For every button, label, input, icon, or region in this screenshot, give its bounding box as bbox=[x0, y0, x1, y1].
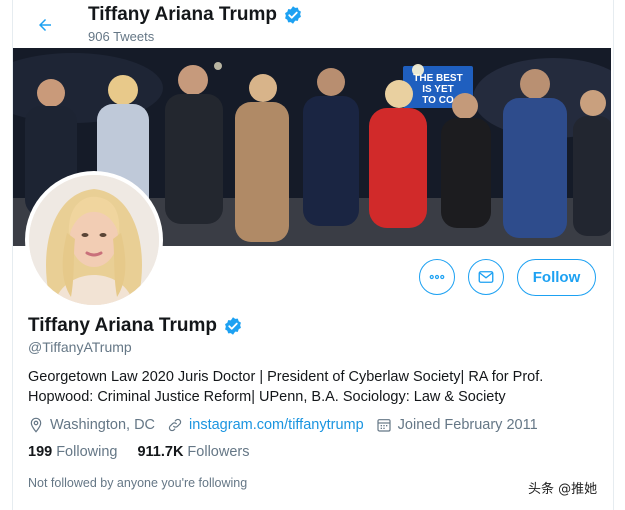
profile-name-text: Tiffany Ariana Trump bbox=[28, 315, 217, 336]
following-count: 199 bbox=[28, 444, 53, 460]
bio-line: Georgetown Law 2020 Juris Doctor | Presi… bbox=[28, 369, 544, 385]
back-arrow-icon bbox=[39, 19, 51, 31]
header-name: Tiffany Ariana Trump bbox=[88, 4, 277, 25]
profile-bio: Georgetown Law 2020 Juris Doctor | Presi… bbox=[28, 367, 588, 407]
location-text: Washington, DC bbox=[50, 417, 156, 433]
following-link[interactable]: 199 Following bbox=[28, 444, 117, 460]
svg-text:TO CO: TO CO bbox=[422, 95, 454, 106]
link-icon bbox=[168, 418, 182, 432]
back-button[interactable] bbox=[30, 10, 60, 40]
header-title: Tiffany Ariana Trump bbox=[88, 4, 303, 26]
more-icon bbox=[429, 274, 445, 280]
following-label: Following bbox=[56, 444, 118, 460]
not-followed-notice: Not followed by anyone you're following bbox=[28, 476, 248, 490]
website-item: instagram.com/tiffanytrump bbox=[167, 417, 364, 433]
bio-line: Hopwood: Criminal Justice Reform| UPenn,… bbox=[28, 389, 506, 405]
avatar-image bbox=[29, 175, 159, 305]
message-button[interactable] bbox=[468, 259, 504, 295]
svg-text:IS YET: IS YET bbox=[422, 84, 454, 95]
followers-link[interactable]: 911.7K Followers bbox=[137, 444, 249, 460]
verified-badge-icon bbox=[225, 317, 241, 335]
location-icon bbox=[30, 417, 42, 433]
verified-badge-icon bbox=[285, 6, 301, 24]
follow-button[interactable]: Follow bbox=[517, 259, 596, 296]
avatar[interactable] bbox=[25, 171, 163, 309]
watermark: 头条 @推她 bbox=[528, 482, 598, 497]
tweet-count: 906 Tweets bbox=[88, 29, 155, 44]
joined-text: Joined February 2011 bbox=[397, 417, 538, 433]
profile-meta: Washington, DC instagram.com/tiffanytrum… bbox=[28, 415, 550, 435]
location-item: Washington, DC bbox=[28, 417, 155, 433]
message-icon bbox=[478, 271, 494, 283]
more-button[interactable] bbox=[419, 259, 455, 295]
profile-stats: 199 Following 911.7K Followers bbox=[28, 444, 269, 460]
followers-count: 911.7K bbox=[137, 444, 184, 460]
website-link[interactable]: instagram.com/tiffanytrump bbox=[189, 417, 364, 433]
followers-label: Followers bbox=[187, 444, 250, 460]
calendar-icon bbox=[377, 419, 391, 432]
profile-name: Tiffany Ariana Trump bbox=[28, 315, 243, 337]
joined-item: Joined February 2011 bbox=[376, 417, 538, 433]
profile-handle: @TiffanyATrump bbox=[28, 339, 132, 355]
